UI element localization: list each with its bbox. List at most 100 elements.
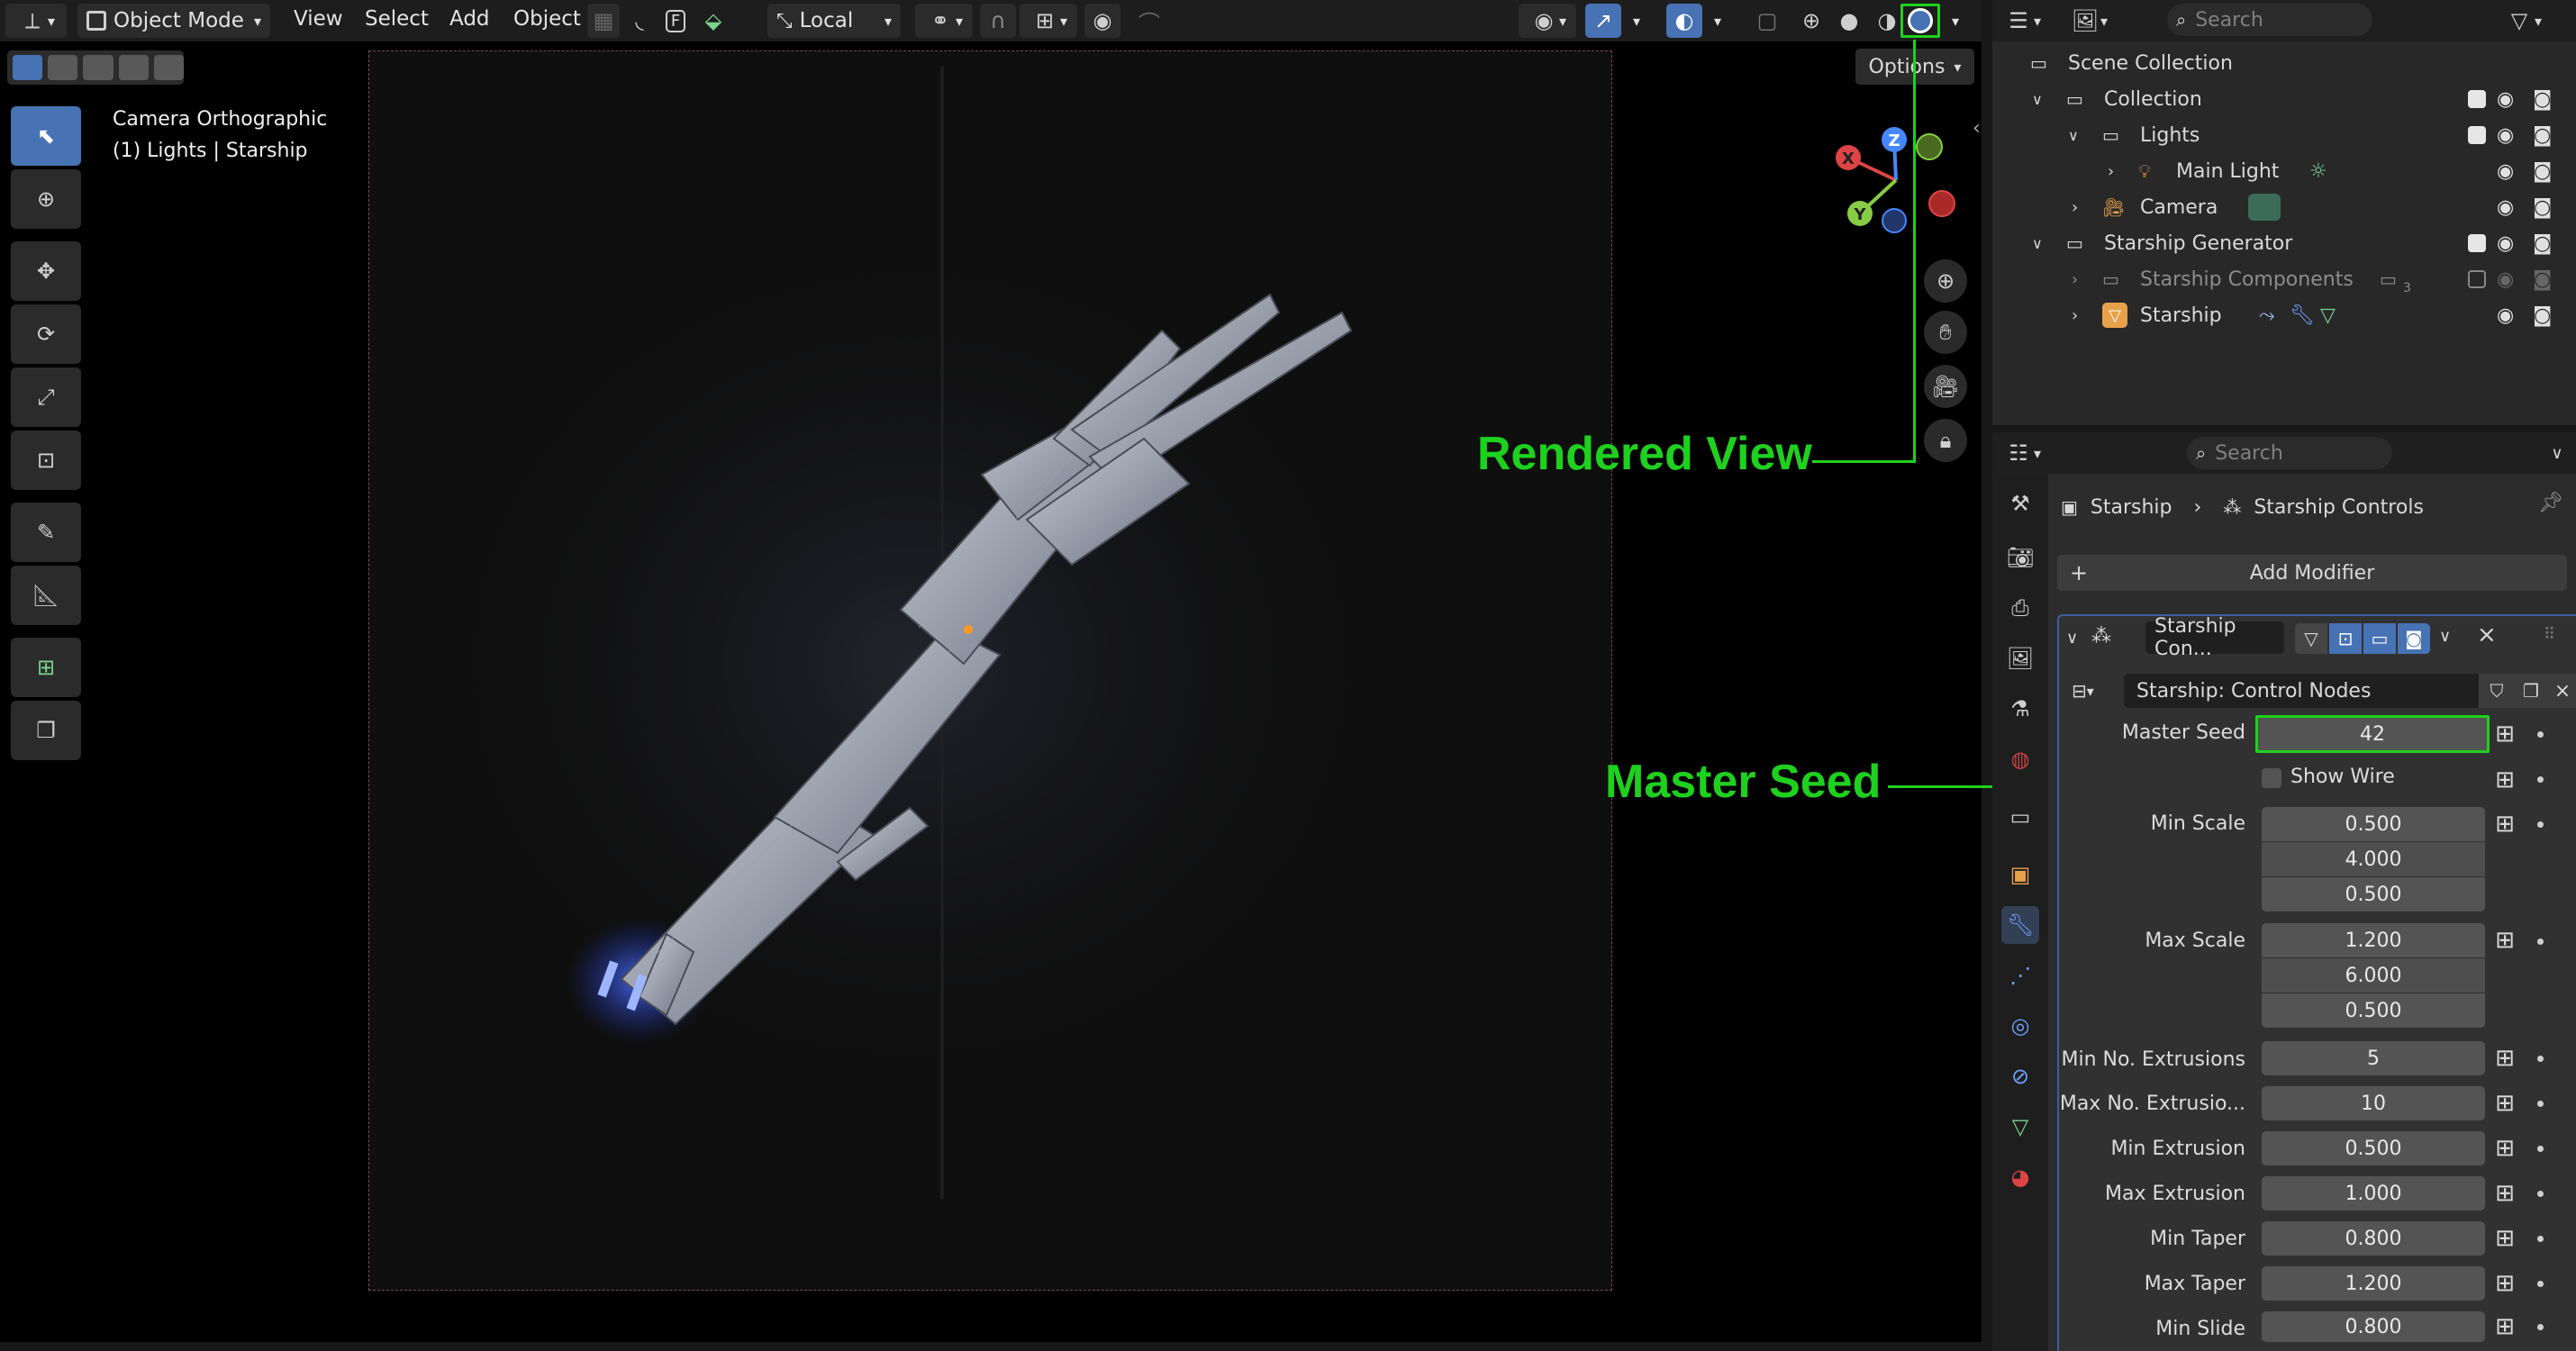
min-slide-field[interactable]: 0.800 [2262, 1311, 2485, 1342]
camera-render-icon[interactable]: ◙ [2533, 124, 2552, 147]
keyframe-dot-icon[interactable] [2537, 1324, 2544, 1330]
tree-row-starship[interactable]: › ▽ Starship ⤳ 🔧︎ ▽ ◉ ◙ [1992, 297, 2576, 333]
tab-physics[interactable]: ◎ [2001, 1007, 2039, 1045]
min-scale-y-field[interactable]: 4.000 [2262, 842, 2485, 876]
min-scale-x-field[interactable]: 0.500 [2262, 807, 2485, 841]
annotate-tool[interactable]: ✎ [11, 503, 81, 562]
properties-editor-dropdown[interactable]: ☷ ▾ [2003, 438, 2054, 468]
fake-user-button[interactable]: ⛉ [2479, 674, 2515, 708]
tree-row-starship-components[interactable]: › ▭ Starship Components ▭ 3 ◉ ◙ [1992, 261, 2576, 297]
keyframe-dot-icon[interactable] [2537, 1146, 2544, 1152]
visibility-dropdown[interactable]: ◉ ▾ [1519, 4, 1576, 38]
keyframe-dot-icon[interactable] [2537, 1281, 2544, 1287]
mode-dropdown[interactable]: Object Mode ▾ [77, 4, 270, 38]
tab-render[interactable]: 📷︎ [2001, 539, 2039, 576]
eye-icon[interactable]: ◉ [2497, 196, 2514, 219]
properties-search-input[interactable]: ⌕ Search [2187, 437, 2392, 469]
gizmo-toggle[interactable]: ↗ [1585, 4, 1621, 38]
keyframe-dot-icon[interactable] [2537, 938, 2544, 945]
tab-tool[interactable]: ⚒ [2001, 485, 2039, 522]
keyframe-dot-icon[interactable] [2537, 1191, 2544, 1197]
menu-object[interactable]: Object [513, 7, 581, 31]
node-socket-button[interactable]: ⊞ [2489, 1310, 2521, 1343]
node-socket-button[interactable]: ⊞ [2489, 764, 2521, 796]
max-scale-x-field[interactable]: 1.200 [2262, 923, 2485, 957]
chevron-right-icon[interactable]: › [2072, 270, 2078, 289]
chevron-down-icon[interactable]: ∨ [2066, 629, 2078, 648]
eye-icon[interactable]: ◉ [2497, 304, 2514, 327]
eye-icon[interactable]: ◉ [2497, 232, 2514, 255]
font-icon[interactable]: F [659, 4, 692, 38]
drag-handle-icon[interactable]: ⠿ [2544, 625, 2555, 644]
brush-icon[interactable]: ◟ [623, 4, 656, 38]
overlays-toggle[interactable]: ◐ [1666, 4, 1702, 38]
add-modifier-button[interactable]: + Add Modifier [2057, 555, 2567, 591]
tab-output[interactable]: ⎙ [2001, 589, 2039, 627]
cage-toggle[interactable]: ⊡ [2329, 623, 2362, 654]
cursor-tool[interactable]: ⊕ [11, 169, 81, 229]
node-socket-button[interactable]: ⊞ [2489, 1087, 2521, 1120]
chevron-down-icon[interactable]: ∨ [2439, 627, 2451, 646]
tree-row-main-light[interactable]: › 💡︎ Main Light ☼ ◉ ◙ [1992, 153, 2576, 189]
breadcrumb-modifier[interactable]: Starship Controls [2254, 496, 2424, 519]
camera-render-icon[interactable]: ◙ [2533, 304, 2552, 327]
node-group-browse[interactable]: ⊟ ▾ [2072, 676, 2122, 706]
node-socket-button[interactable]: ⊞ [2489, 808, 2521, 840]
camera-render-icon[interactable]: ◙ [2533, 232, 2552, 255]
node-socket-button[interactable]: ⊞ [2489, 718, 2521, 750]
pan-button[interactable]: ✋︎ [1924, 311, 1967, 354]
cube-transform-tool[interactable]: ❐ [11, 701, 81, 760]
duplicate-button[interactable]: ❐ [2515, 674, 2547, 708]
mesh-data-icon[interactable]: ▽ [2320, 304, 2336, 327]
transform-orientation-dropdown[interactable]: ⤡ Local ▾ [767, 4, 901, 38]
min-extrusions-field[interactable]: 5 [2262, 1041, 2485, 1075]
sidebar-toggle-icon[interactable]: ‹ [1973, 117, 1981, 140]
tree-row-camera[interactable]: › 🎥︎ Camera ◉ ◙ [1992, 189, 2576, 225]
select-extend-icon[interactable] [48, 55, 78, 80]
geometry-nodes-icon[interactable]: ⤳ [2259, 304, 2275, 327]
shading-material-preview[interactable]: ◑ [1870, 4, 1904, 38]
node-socket-button[interactable]: ⊞ [2489, 1267, 2521, 1300]
wrench-icon[interactable]: 🔧︎ [2290, 304, 2315, 327]
min-taper-field[interactable]: 0.800 [2262, 1221, 2485, 1256]
pivot-point-dropdown[interactable]: ⚭ ▾ [915, 4, 973, 38]
eye-icon[interactable]: ◉ [2497, 88, 2514, 111]
menu-add[interactable]: Add [449, 7, 490, 31]
camera-render-icon[interactable]: ◙ [2533, 88, 2552, 111]
tab-object[interactable]: ▣ [2001, 856, 2039, 893]
eye-icon[interactable]: ◉ [2497, 268, 2514, 291]
chevron-down-icon[interactable]: ∨ [2032, 235, 2043, 252]
node-socket-button[interactable]: ⊞ [2489, 1132, 2521, 1165]
unlink-button[interactable]: × [2547, 674, 2576, 708]
exclude-checkbox[interactable] [2468, 234, 2486, 252]
snap-target-dropdown[interactable]: ⊞ ▾ [1020, 4, 1077, 38]
falloff-dropdown[interactable]: ⌒ [1124, 4, 1175, 38]
filter-dropdown[interactable]: ▽ ▾ [2504, 5, 2554, 36]
grease-pencil-icon[interactable]: ▦ [587, 4, 620, 38]
keyframe-dot-icon[interactable] [2537, 731, 2544, 738]
outliner-search-input[interactable]: ⌕ Search [2167, 4, 2372, 36]
select-intersect-icon[interactable] [153, 55, 185, 80]
children-count-icon[interactable]: ▭ [2380, 268, 2397, 290]
min-extrusion-field[interactable]: 0.500 [2262, 1131, 2485, 1165]
tab-world[interactable]: ◍ [2001, 740, 2039, 778]
max-taper-field[interactable]: 1.200 [2262, 1266, 2485, 1301]
editor-type-dropdown[interactable]: ⟂ ▾ [5, 4, 67, 38]
lock-camera-button[interactable]: 🔒︎ [1924, 419, 1967, 462]
scale-tool[interactable]: ⤢ [11, 367, 81, 427]
tab-view-layer[interactable]: 🖼︎ [2001, 639, 2039, 677]
tree-row-starship-generator[interactable]: ∨ ▭ Starship Generator ◉ ◙ [1992, 225, 2576, 261]
select-invert-icon[interactable] [118, 55, 149, 80]
exclude-checkbox[interactable] [2468, 126, 2486, 144]
tree-row-scene-collection[interactable]: ▭ Scene Collection [1992, 45, 2576, 81]
max-extrusions-field[interactable]: 10 [2262, 1086, 2485, 1120]
chevron-right-icon[interactable]: › [2072, 306, 2078, 325]
xray-toggle[interactable]: ▢ [1751, 4, 1783, 38]
keyframe-dot-icon[interactable] [2537, 776, 2544, 783]
select-subtract-icon[interactable] [83, 55, 113, 80]
keyframe-dot-icon[interactable] [2537, 821, 2544, 828]
shading-rendered[interactable] [1900, 4, 1940, 38]
add-cube-tool[interactable]: ⊞ [11, 638, 81, 697]
chevron-down-icon[interactable]: ∨ [2068, 127, 2079, 144]
camera-data-icon[interactable] [2248, 194, 2281, 221]
